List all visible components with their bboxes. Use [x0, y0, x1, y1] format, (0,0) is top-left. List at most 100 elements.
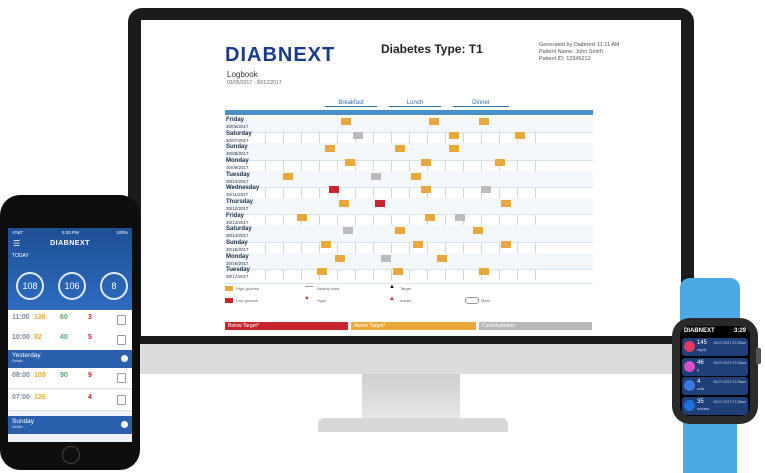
reading-unit: g — [697, 367, 699, 372]
day-name: Saturday — [226, 226, 252, 233]
reading-type-icon — [684, 380, 695, 391]
notes-icon[interactable] — [117, 315, 126, 325]
day-name: Tuesday — [226, 171, 250, 178]
meal-dinner: Dinner — [453, 100, 509, 107]
entry-time: 11:00 — [12, 314, 30, 321]
day-date: 30/15/2017 — [226, 247, 249, 252]
monitor-base — [318, 418, 508, 432]
glucose-cell — [343, 227, 353, 235]
entry-insulin: 9 — [88, 372, 92, 379]
patient-name: Patient Name: John Smith — [539, 49, 603, 55]
entry-insulin: 4 — [88, 394, 92, 401]
report-meta: Generated by Diabnext 11:11 AM Patient N… — [539, 42, 620, 63]
triangle-icon: ▲ — [389, 284, 395, 290]
entry-glucose: 82 — [34, 334, 42, 341]
day-date: 30/12/2017 — [226, 206, 249, 211]
day-date: 30/07/2017 — [226, 137, 249, 143]
reading-time: 05-07-2017 07:25am — [713, 380, 747, 384]
today-label: TODAY — [12, 253, 29, 259]
list-item[interactable]: 08:00 109 90 9 — [8, 368, 132, 389]
day-date: 30/09/2017 — [226, 165, 249, 170]
chevron-right-icon[interactable] — [121, 421, 128, 428]
reading-unit: minutes — [697, 406, 710, 411]
watch-screen: DIABNEXT 3:29 145 mg/dL 05-07-2017 07:25am… — [680, 326, 750, 416]
watch-reading-card[interactable]: 46 g 05-07-2017 07:25am — [682, 357, 748, 376]
phone-header: AT&T 9:20 PM 100% ☰ DIABNEXT TODAY 108 1… — [8, 228, 132, 310]
logbook-day-row[interactable]: Tuesday 30/17/2017 — [225, 266, 593, 284]
list-item[interactable]: 11:00 138 60 3 — [8, 310, 132, 331]
glucose-cell — [515, 131, 525, 139]
watch-strap-bottom — [683, 418, 737, 473]
legend-low-swatch — [225, 298, 233, 303]
glucose-cell — [413, 241, 423, 248]
glucose-cell — [395, 227, 405, 235]
list-item[interactable]: 07:00 126 4 — [8, 390, 132, 411]
glucose-cell — [283, 172, 293, 180]
chevron-right-icon[interactable] — [121, 355, 128, 362]
reading-time: 05-07-2017 07:25am — [713, 360, 747, 365]
heart-icon: ♥ — [305, 296, 309, 302]
glucose-summary: 108 — [16, 272, 44, 300]
entry-time: 10:00 — [12, 334, 30, 341]
entry-carbs: 40 — [60, 334, 68, 341]
watch-header: DIABNEXT 3:29 — [684, 328, 746, 334]
glucose-cell — [329, 186, 339, 194]
page-title: Diabetes Type: T1 — [381, 42, 483, 56]
glucose-cell — [479, 268, 489, 276]
notes-icon[interactable] — [117, 395, 126, 405]
entry-glucose: 126 — [34, 394, 46, 401]
section-yesterday[interactable]: Yesterday Details — [8, 350, 132, 368]
day-name: Tuesday — [226, 267, 250, 274]
glucose-cell — [455, 213, 465, 221]
reading-value: 35 — [697, 398, 704, 405]
glucose-cell — [437, 254, 447, 262]
watch-brand: DIABNEXT — [684, 328, 715, 334]
list-item[interactable]: 10:00 82 40 5 — [8, 330, 132, 351]
below-target-bar: Below Target* — [225, 322, 348, 330]
section-yesterday-sub: Details — [12, 359, 23, 363]
section-sunday-title: Sunday — [12, 418, 35, 425]
section-yesterday-title: Yesterday — [12, 352, 41, 359]
glucose-cell — [449, 145, 459, 153]
patient-id: Patient ID: 12345212 — [539, 56, 591, 62]
day-name: Friday — [226, 212, 245, 219]
reading-unit: units — [697, 387, 705, 391]
reading-time: 05-07-2017 07:25am — [713, 399, 747, 404]
brand-logo: DIABNEXT — [225, 44, 336, 66]
day-date: 30/17/2017 — [226, 274, 249, 280]
insulin-summary: 8 — [100, 272, 128, 300]
notes-icon[interactable] — [117, 373, 126, 383]
legend-target: Target — [400, 286, 412, 291]
glucose-cell — [317, 268, 327, 276]
reading-value: 4 — [697, 379, 701, 385]
day-name: Saturday — [226, 130, 252, 137]
day-name: Sunday — [226, 240, 248, 246]
glucose-cell — [345, 159, 355, 166]
report-screen: DIABNEXT Diabetes Type: T1 Generated by … — [141, 20, 681, 336]
day-name: Sunday — [226, 144, 248, 151]
glucose-cell — [341, 118, 351, 125]
glucose-cell — [325, 145, 335, 153]
glucose-cell — [425, 213, 435, 221]
notes-icon[interactable] — [117, 335, 126, 345]
glucose-cell — [339, 200, 349, 207]
legend-hypo: Hypo — [317, 298, 327, 303]
entry-glucose: 109 — [34, 372, 46, 379]
entry-carbs: 90 — [60, 372, 68, 379]
watch-reading-card[interactable]: 4 units 05-07-2017 07:25am — [682, 377, 748, 395]
watch-reading-card[interactable]: 35 minutes 05-07-2017 07:25am — [682, 396, 748, 415]
reading-type-icon — [684, 360, 695, 372]
section-sunday[interactable]: Sunday Details — [8, 416, 132, 434]
home-button[interactable] — [62, 446, 80, 464]
glucose-cell — [375, 200, 385, 207]
legend-nearby-swatch — [305, 286, 313, 287]
reading-type-icon — [684, 399, 695, 411]
insulin-triangle-icon: ▲ — [389, 296, 395, 302]
day-date: 30/08/2017 — [226, 151, 249, 157]
glucose-cell — [353, 131, 363, 139]
watch-crown[interactable] — [756, 348, 761, 364]
legend-high: High glucose — [236, 286, 260, 291]
day-date: 30/13/2017 — [226, 219, 249, 225]
day-name: Friday — [226, 117, 245, 123]
watch-reading-card[interactable]: 145 mg/dL 05-07-2017 07:25am — [682, 338, 748, 356]
